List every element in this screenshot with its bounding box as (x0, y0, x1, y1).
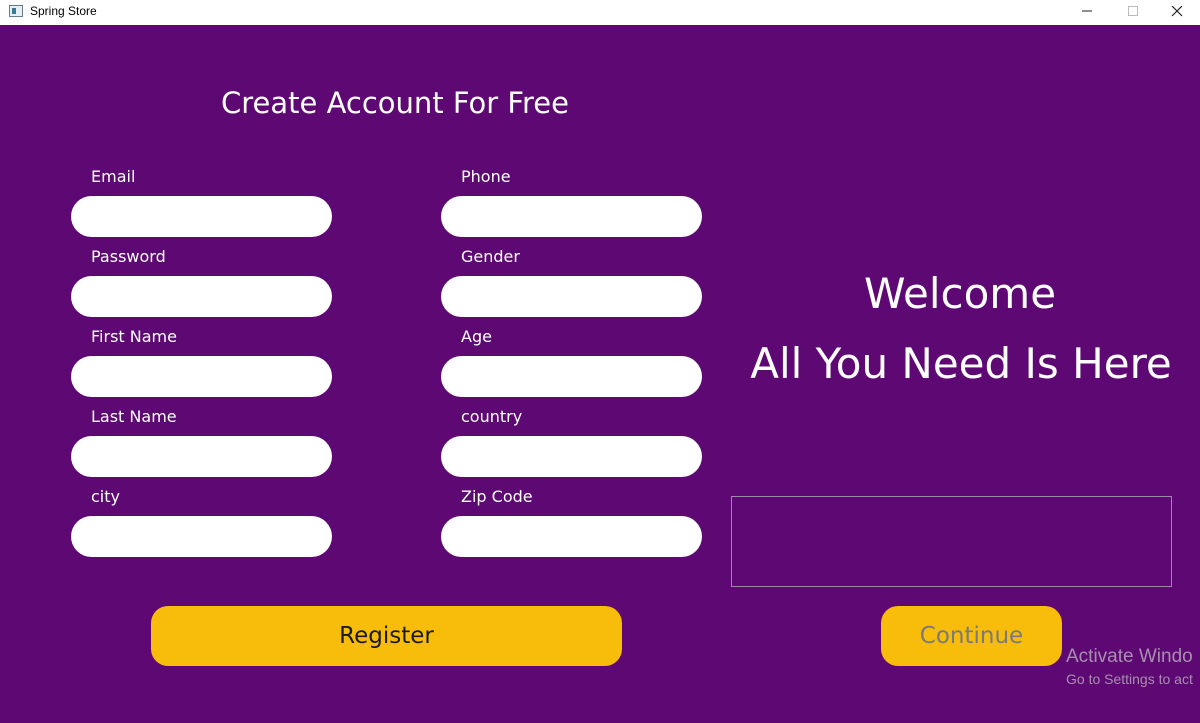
register-button[interactable]: Register (151, 606, 622, 666)
welcome-heading: Welcome (863, 269, 1057, 318)
password-label: Password (91, 247, 166, 266)
city-label: city (91, 487, 120, 506)
form-heading: Create Account For Free (221, 86, 569, 120)
message-box (731, 496, 1172, 587)
password-field[interactable] (71, 276, 332, 317)
country-field[interactable] (441, 436, 702, 477)
age-label: Age (461, 327, 492, 346)
last-name-label: Last Name (91, 407, 177, 426)
zip-code-field[interactable] (441, 516, 702, 557)
email-field[interactable] (71, 196, 332, 237)
activate-windows-subtitle: Go to Settings to act (1066, 671, 1193, 687)
window-title: Spring Store (30, 4, 97, 18)
first-name-label: First Name (91, 327, 177, 346)
close-button[interactable] (1154, 0, 1200, 25)
country-label: country (461, 407, 523, 426)
close-icon (1171, 5, 1183, 17)
email-label: Email (91, 167, 136, 186)
app-window: Spring Store Create Account For Free Ema… (0, 0, 1200, 723)
minimize-icon (1082, 10, 1092, 12)
maximize-button[interactable] (1110, 0, 1156, 25)
first-name-field[interactable] (71, 356, 332, 397)
gender-field[interactable] (441, 276, 702, 317)
app-icon (9, 5, 23, 17)
last-name-field[interactable] (71, 436, 332, 477)
gender-label: Gender (461, 247, 520, 266)
phone-label: Phone (461, 167, 511, 186)
city-field[interactable] (71, 516, 332, 557)
minimize-button[interactable] (1064, 0, 1110, 25)
activate-windows-title: Activate Windo (1066, 646, 1193, 667)
phone-field[interactable] (441, 196, 702, 237)
tagline: All You Need Is Here (750, 339, 1172, 388)
zip-code-label: Zip Code (461, 487, 533, 506)
maximize-icon (1128, 6, 1138, 16)
title-bar: Spring Store (0, 0, 1200, 25)
age-field[interactable] (441, 356, 702, 397)
continue-button[interactable]: Continue (881, 606, 1062, 666)
